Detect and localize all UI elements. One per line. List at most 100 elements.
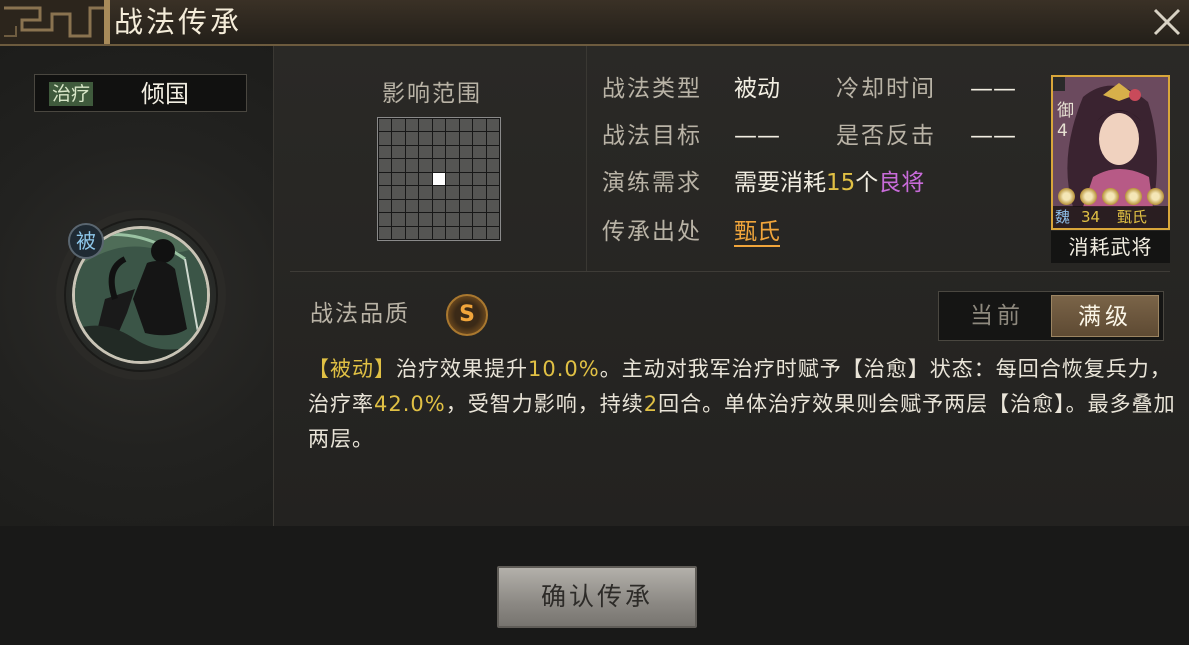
range-cell bbox=[432, 186, 446, 199]
range-cell bbox=[473, 172, 486, 186]
range-cell bbox=[419, 172, 432, 186]
desc-num-3: 2 bbox=[643, 392, 659, 416]
range-cell bbox=[473, 199, 486, 213]
card-cost: 34 bbox=[1081, 208, 1101, 226]
range-cell bbox=[392, 159, 405, 172]
target-value: —— bbox=[734, 123, 780, 149]
close-icon[interactable] bbox=[1149, 4, 1185, 40]
range-cell bbox=[392, 172, 405, 186]
range-cell bbox=[446, 119, 459, 132]
range-cell bbox=[473, 145, 486, 159]
train-unit: 个 bbox=[855, 170, 879, 196]
range-cell bbox=[459, 159, 473, 172]
range-cell bbox=[432, 119, 446, 132]
counter-label: 是否反击 bbox=[836, 123, 936, 149]
range-cell bbox=[459, 186, 473, 199]
origin-value[interactable]: 甄氏 bbox=[734, 219, 780, 247]
range-cell bbox=[459, 132, 473, 145]
star-icon bbox=[1102, 188, 1120, 205]
range-cell bbox=[473, 186, 486, 199]
train-count: 15 bbox=[826, 170, 856, 196]
origin-link[interactable]: 甄氏 bbox=[734, 217, 780, 247]
train-label: 演练需求 bbox=[602, 170, 702, 196]
range-cell bbox=[392, 119, 405, 132]
desc-num-2: 42.0% bbox=[374, 392, 446, 416]
range-cell bbox=[432, 199, 446, 213]
range-cell bbox=[459, 199, 473, 213]
skill-name-badge: 治疗 倾国 bbox=[34, 74, 247, 112]
range-cell bbox=[405, 186, 419, 199]
toggle-max[interactable]: 满级 bbox=[1051, 295, 1159, 337]
target-label: 战法目标 bbox=[602, 123, 702, 149]
range-cell bbox=[446, 172, 459, 186]
range-cell bbox=[405, 132, 419, 145]
range-cell bbox=[473, 119, 486, 132]
range-cell bbox=[432, 132, 446, 145]
type-value: 被动 bbox=[734, 76, 780, 102]
range-cell bbox=[405, 199, 419, 213]
range-cell bbox=[473, 159, 486, 172]
range-cell bbox=[459, 172, 473, 186]
range-cell bbox=[446, 213, 459, 226]
desc-tag: 【被动】 bbox=[308, 357, 396, 381]
range-cell bbox=[486, 159, 499, 172]
divider-vertical bbox=[586, 46, 587, 272]
range-grid bbox=[377, 117, 501, 241]
card-footer: 魏 34 甄氏 bbox=[1053, 206, 1168, 228]
general-card[interactable]: 御 4 魏 34 甄氏 bbox=[1051, 75, 1170, 230]
range-cell bbox=[486, 213, 499, 226]
card-stars bbox=[1055, 188, 1167, 208]
range-cell bbox=[486, 199, 499, 213]
range-cell bbox=[419, 119, 432, 132]
range-cell bbox=[392, 145, 405, 159]
star-icon bbox=[1057, 188, 1075, 205]
card-kingdom: 魏 bbox=[1055, 208, 1071, 226]
range-cell bbox=[405, 213, 419, 226]
range-cell bbox=[446, 199, 459, 213]
range-cell bbox=[405, 145, 419, 159]
range-cell bbox=[419, 226, 432, 239]
train-prefix: 需要消耗 bbox=[734, 170, 826, 196]
range-cell-center bbox=[432, 172, 446, 186]
cooldown-label: 冷却时间 bbox=[836, 76, 936, 102]
range-cell bbox=[432, 213, 446, 226]
range-cell bbox=[405, 159, 419, 172]
star-icon bbox=[1124, 188, 1142, 205]
origin-label: 传承出处 bbox=[602, 219, 702, 245]
range-cell bbox=[419, 199, 432, 213]
quality-label: 战法品质 bbox=[310, 301, 410, 327]
range-cell bbox=[392, 186, 405, 199]
level-toggle: 当前 满级 bbox=[938, 291, 1164, 341]
confirm-inherit-button[interactable]: 确认传承 bbox=[497, 566, 697, 628]
range-cell bbox=[459, 226, 473, 239]
range-cell bbox=[486, 186, 499, 199]
range-cell bbox=[473, 213, 486, 226]
range-cell bbox=[473, 132, 486, 145]
range-cell bbox=[446, 145, 459, 159]
range-cell bbox=[379, 145, 392, 159]
card-level: 御 4 bbox=[1057, 101, 1074, 141]
title-bar: 战法传承 bbox=[0, 0, 1189, 46]
skill-description: 【被动】治疗效果提升10.0%。主动对我军治疗时赋予【治愈】状态：每回合恢复兵力… bbox=[308, 352, 1178, 457]
desc-text-a: 治疗效果提升 bbox=[396, 357, 528, 381]
range-cell bbox=[379, 159, 392, 172]
range-cell bbox=[379, 226, 392, 239]
range-cell bbox=[419, 145, 432, 159]
range-cell bbox=[379, 199, 392, 213]
star-icon bbox=[1147, 188, 1165, 205]
card-name: 甄氏 bbox=[1117, 208, 1148, 226]
window-title: 战法传承 bbox=[114, 5, 243, 39]
range-cell bbox=[392, 213, 405, 226]
range-label: 影响范围 bbox=[382, 81, 482, 107]
range-cell bbox=[446, 159, 459, 172]
star-icon bbox=[1080, 188, 1098, 205]
range-cell bbox=[446, 226, 459, 239]
range-cell bbox=[379, 172, 392, 186]
toggle-current[interactable]: 当前 bbox=[943, 295, 1051, 337]
range-cell bbox=[392, 199, 405, 213]
range-cell bbox=[459, 119, 473, 132]
skill-type-tag: 治疗 bbox=[49, 82, 94, 106]
range-cell bbox=[405, 172, 419, 186]
divider-horizontal bbox=[290, 271, 1170, 272]
range-cell bbox=[419, 159, 432, 172]
